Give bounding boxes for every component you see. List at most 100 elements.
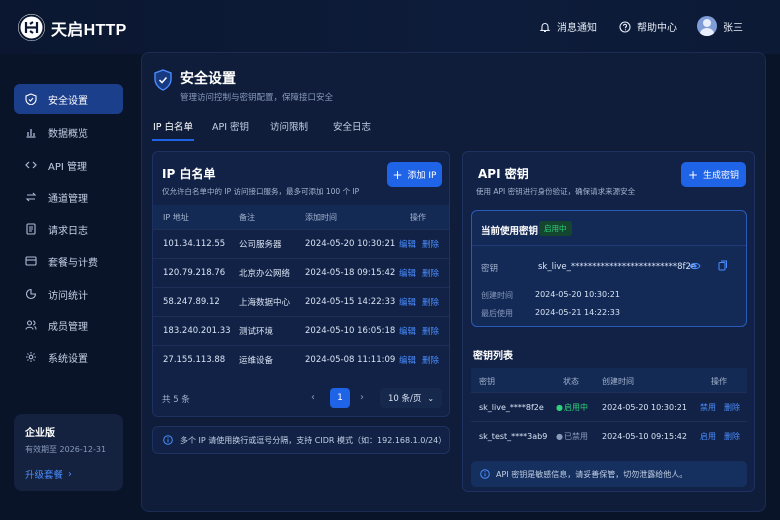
table-row: 58.247.89.12 上海数据中心 2024-05-15 14:22:33 编辑删… bbox=[153, 287, 449, 316]
app-logo[interactable]: 天启HTTP bbox=[18, 14, 127, 41]
ip-time: 2024-05-15 14:22:33 bbox=[305, 297, 396, 307]
ip-address: 27.155.113.88 bbox=[163, 355, 226, 365]
ip-note: 运维设备 bbox=[239, 356, 274, 366]
key-name: sk_test_****3ab9 bbox=[479, 431, 548, 441]
col-created: 创建时间 bbox=[602, 377, 634, 386]
page-size-select[interactable]: 10 条/页 ⌄ bbox=[380, 388, 442, 408]
edit-button[interactable]: 编辑 bbox=[399, 267, 416, 279]
ip-note: 测试环境 bbox=[239, 327, 274, 337]
ip-time: 2024-05-18 09:15:42 bbox=[305, 268, 396, 278]
billing-icon bbox=[25, 256, 37, 266]
generate-key-button[interactable]: + 生成密钥 bbox=[681, 162, 746, 187]
created-label: 创建时间 bbox=[481, 291, 513, 300]
user-name: 张三 bbox=[723, 22, 743, 34]
toggle-key-button[interactable]: 禁用 bbox=[700, 402, 716, 413]
tab-ip-whitelist[interactable]: IP 白名单 bbox=[153, 119, 193, 133]
key-table: 密钥 状态 创建时间 操作 sk_live_****8f2e ● 启用中 2024-0… bbox=[471, 368, 747, 450]
whitelist-desc: 仅允许白名单中的 IP 访问接口服务，最多可添加 100 个 IP bbox=[162, 187, 360, 196]
sidebar-item-gear[interactable]: 系统设置 bbox=[14, 342, 123, 372]
whitelist-card: IP 白名单 仅允许白名单中的 IP 访问接口服务，最多可添加 100 个 IP… bbox=[152, 151, 450, 417]
channel-icon bbox=[25, 192, 37, 202]
bar-chart-icon bbox=[26, 129, 36, 138]
sidebar-item-shield[interactable]: 安全设置 bbox=[14, 84, 123, 114]
ip-address: 183.240.201.33 bbox=[163, 326, 231, 336]
users-icon bbox=[25, 320, 37, 330]
col-actions: 操作 bbox=[410, 212, 426, 222]
table-row: 101.34.112.55 公司服务器 2024-05-20 10:30:21 编辑删… bbox=[153, 229, 449, 258]
delete-button[interactable]: 删除 bbox=[422, 267, 439, 279]
eye-icon[interactable] bbox=[689, 261, 701, 271]
ip-note: 上海数据中心 bbox=[239, 298, 291, 308]
page-1-button[interactable]: 1 bbox=[330, 388, 350, 408]
next-page-button[interactable]: › bbox=[360, 392, 364, 403]
sidebar-item-label: 套餐与计费 bbox=[48, 257, 98, 269]
help-button[interactable]: 帮助中心 bbox=[619, 19, 677, 34]
col-status: 状态 bbox=[563, 377, 579, 386]
sidebar-item-label: API 管理 bbox=[48, 161, 87, 173]
col-time: 添加时间 bbox=[305, 212, 337, 222]
plan-expiry: 有效期至 2026-12-31 bbox=[25, 445, 107, 454]
shield-icon bbox=[25, 93, 37, 105]
key-warning-bar: API 密钥是敏感信息，请妥善保管，切勿泄露给他人。 bbox=[471, 461, 747, 487]
stats-icon bbox=[25, 288, 37, 300]
edit-button[interactable]: 编辑 bbox=[399, 238, 416, 250]
edit-button[interactable]: 编辑 bbox=[399, 296, 416, 308]
prev-page-button[interactable]: ‹ bbox=[311, 392, 315, 403]
sidebar-item-label: 请求日志 bbox=[48, 225, 88, 237]
delete-button[interactable]: 删除 bbox=[422, 238, 439, 250]
delete-key-button[interactable]: 删除 bbox=[724, 402, 740, 413]
sidebar-item-bar-chart[interactable]: 数据概览 bbox=[14, 117, 123, 147]
sidebar-item-log[interactable]: 请求日志 bbox=[14, 214, 123, 244]
sidebar-item-label: 成员管理 bbox=[48, 321, 88, 333]
delete-button[interactable]: 删除 bbox=[422, 354, 439, 366]
delete-button[interactable]: 删除 bbox=[422, 325, 439, 337]
plus-icon: + bbox=[392, 167, 403, 182]
notification-button[interactable]: 消息通知 bbox=[539, 19, 597, 34]
delete-key-button[interactable]: 删除 bbox=[724, 431, 740, 442]
upgrade-link[interactable]: 升级套餐 › bbox=[25, 467, 112, 482]
status-dot: ● bbox=[556, 402, 563, 412]
key-status: 启用中 bbox=[564, 402, 588, 412]
sidebar-item-label: 系统设置 bbox=[48, 353, 88, 365]
apikey-title: API 密钥 bbox=[478, 167, 529, 181]
sidebar-item-stats[interactable]: 访问统计 bbox=[14, 279, 123, 309]
table-row: 183.240.201.33 测试环境 2024-05-10 16:05:18 编辑删… bbox=[153, 316, 449, 345]
copy-icon[interactable] bbox=[718, 260, 728, 271]
toggle-key-button[interactable]: 启用 bbox=[700, 431, 716, 442]
user-menu[interactable]: 张三 bbox=[697, 16, 743, 36]
apikey-desc: 使用 API 密钥进行身份验证，确保请求来源安全 bbox=[476, 187, 636, 196]
ip-note: 公司服务器 bbox=[239, 240, 282, 250]
key-time: 2024-05-20 10:30:21 bbox=[602, 402, 687, 412]
tab-security-log[interactable]: 安全日志 bbox=[333, 119, 371, 133]
upgrade-label: 升级套餐 bbox=[25, 470, 64, 481]
info-icon bbox=[480, 469, 490, 479]
edit-button[interactable]: 编辑 bbox=[399, 354, 416, 366]
key-table-header: 密钥 状态 创建时间 操作 bbox=[471, 368, 747, 392]
col-key: 密钥 bbox=[479, 377, 495, 386]
sidebar-item-billing[interactable]: 套餐与计费 bbox=[14, 246, 123, 276]
sidebar-item-api[interactable]: API 管理 bbox=[14, 150, 123, 180]
ip-table: IP 地址 备注 添加时间 操作 101.34.112.55 公司服务器 2024-… bbox=[153, 205, 449, 387]
created-value: 2024-05-20 10:30:21 bbox=[535, 290, 620, 299]
status-badge: 启用中 bbox=[539, 221, 572, 236]
ip-tip-bar: 多个 IP 请使用换行或逗号分隔，支持 CIDR 模式（如：192.168.1.… bbox=[152, 426, 450, 454]
app-name: 天启HTTP bbox=[51, 21, 127, 39]
ip-tip-text: 多个 IP 请使用换行或逗号分隔，支持 CIDR 模式（如：192.168.1.… bbox=[180, 435, 447, 445]
add-ip-button[interactable]: + 添加 IP bbox=[387, 162, 442, 187]
apikey-card: API 密钥 使用 API 密钥进行身份验证，确保请求来源安全 + 生成密钥 当… bbox=[462, 151, 755, 492]
edit-button[interactable]: 编辑 bbox=[399, 325, 416, 337]
delete-button[interactable]: 删除 bbox=[422, 296, 439, 308]
tab-api-key[interactable]: API 密钥 bbox=[212, 119, 249, 133]
table-row: sk_live_****8f2e ● 启用中 2024-05-20 10:30:21 禁… bbox=[471, 392, 747, 421]
log-icon bbox=[26, 223, 36, 235]
sidebar-item-channel[interactable]: 通道管理 bbox=[14, 182, 123, 212]
ip-time: 2024-05-08 11:11:09 bbox=[305, 355, 396, 365]
col-note: 备注 bbox=[239, 212, 255, 222]
sidebar-item-users[interactable]: 成员管理 bbox=[14, 310, 123, 340]
tab-active-indicator bbox=[152, 139, 194, 141]
key-name: sk_live_****8f2e bbox=[479, 402, 544, 412]
col-key-actions: 操作 bbox=[711, 377, 727, 386]
tab-access-limit[interactable]: 访问限制 bbox=[270, 119, 308, 133]
ip-time: 2024-05-20 10:30:21 bbox=[305, 239, 396, 249]
key-warning-text: API 密钥是敏感信息，请妥善保管，切勿泄露给他人。 bbox=[496, 469, 688, 479]
